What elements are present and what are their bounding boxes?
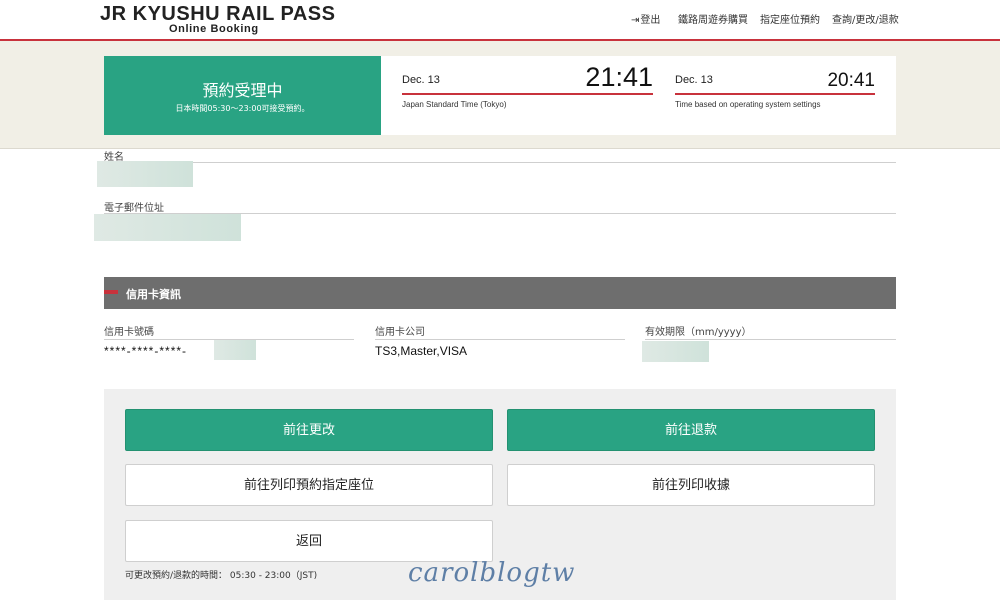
print-seat-button[interactable]: 前往列印預約指定座位 (125, 464, 493, 506)
change-button[interactable]: 前往更改 (125, 409, 493, 451)
clock-panel: Dec. 13 21:41 Japan Standard Time (Tokyo… (381, 56, 896, 135)
reservation-status-title: 預約受理中 (202, 81, 283, 100)
print-receipt-button[interactable]: 前往列印收據 (507, 464, 875, 506)
card-expiry-redacted (642, 341, 709, 362)
reservation-status-subtitle: 日本時間05:30～23:00可接受預約。 (175, 104, 310, 113)
card-number-redacted (214, 340, 256, 360)
credit-card-section-header: 信用卡資訊 (104, 277, 896, 309)
logout-label: 登出 (640, 15, 661, 26)
credit-card-section-title: 信用卡資訊 (126, 288, 181, 301)
email-label: 電子郵件位址 (104, 203, 164, 214)
card-number-label: 信用卡號碼 (104, 327, 154, 338)
card-expiry-label: 有效期限（mm/yyyy） (645, 327, 752, 338)
card-number-value: ****-****-****- (104, 344, 188, 358)
local-clock: Dec. 13 20:41 Time based on operating sy… (675, 56, 875, 135)
site-header: JR KYUSHU RAIL PASS Online Booking ⇥登出 鐵… (0, 0, 1000, 40)
local-clock-note: Time based on operating system settings (675, 100, 821, 109)
back-button[interactable]: 返回 (125, 520, 493, 562)
card-company-value: TS3,Master,VISA (375, 344, 468, 358)
site-logo-subtitle: Online Booking (169, 23, 259, 35)
change-hours-note: 可更改預約/退款的時間： 05:30 - 23:00（JST) (125, 571, 318, 581)
logout-icon: ⇥ (631, 15, 640, 26)
nav-buy-pass[interactable]: 鐵路周遊券購買 (678, 11, 748, 26)
card-expiry-divider (645, 339, 896, 340)
japan-clock-note: Japan Standard Time (Tokyo) (402, 100, 507, 109)
reservation-status-panel: 預約受理中 日本時間05:30～23:00可接受預約。 (104, 56, 381, 135)
local-time: 20:41 (827, 70, 875, 91)
logout-link[interactable]: ⇥登出 (631, 11, 660, 26)
section-marker (104, 290, 118, 294)
nav-reserve-seat[interactable]: 指定座位預約 (760, 11, 820, 26)
card-company-divider (375, 339, 625, 340)
card-company-label: 信用卡公司 (375, 327, 425, 338)
refund-button[interactable]: 前往退款 (507, 409, 875, 451)
japan-clock: Dec. 13 21:41 Japan Standard Time (Tokyo… (402, 56, 653, 135)
email-value-redacted (94, 214, 241, 241)
japan-date: Dec. 13 (402, 74, 440, 86)
local-clock-underline (675, 93, 875, 95)
name-value-redacted (97, 161, 193, 187)
japan-clock-underline (402, 93, 653, 95)
local-date: Dec. 13 (675, 74, 713, 86)
watermark: carolblogtw (408, 558, 576, 588)
nav-inquiry[interactable]: 查詢/更改/退款 (832, 11, 899, 26)
japan-time: 21:41 (585, 62, 653, 92)
name-divider (104, 162, 896, 163)
